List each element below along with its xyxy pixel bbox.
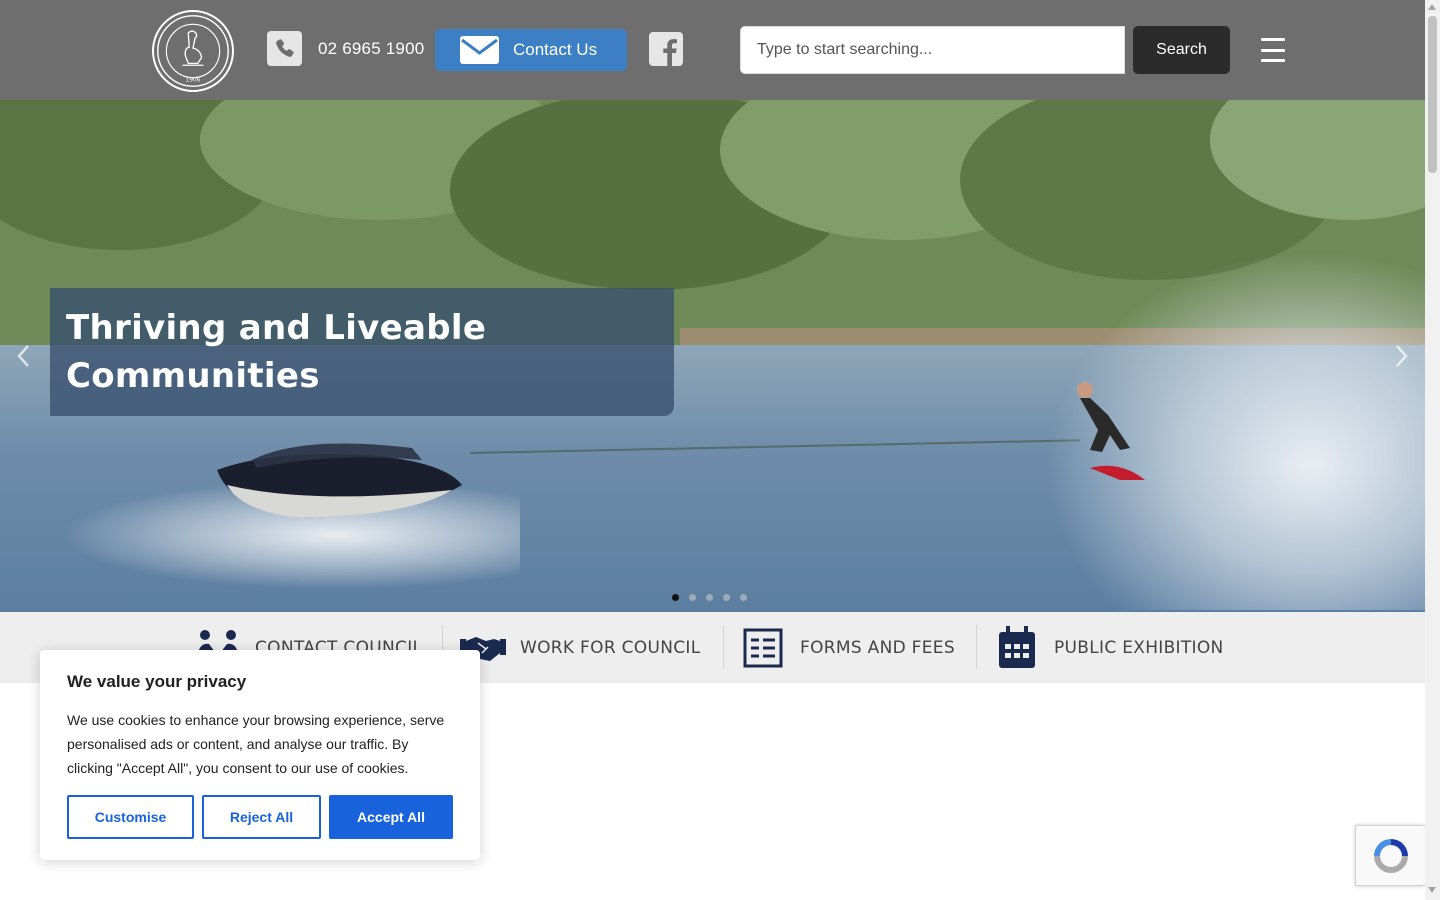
council-logo[interactable]: 1906 bbox=[152, 10, 234, 92]
reject-all-button[interactable]: Reject All bbox=[202, 795, 321, 839]
hero-slider: Thriving and Liveable Communities bbox=[0, 100, 1425, 612]
slide-title-line1: Thriving and Liveable bbox=[66, 308, 487, 348]
council-seal-icon: 1906 bbox=[157, 15, 229, 87]
slider-dot[interactable] bbox=[723, 594, 730, 601]
slider-dot[interactable] bbox=[689, 594, 696, 601]
scroll-up-icon[interactable] bbox=[1428, 4, 1436, 10]
calendar-icon bbox=[994, 625, 1040, 670]
scrollbar-thumb[interactable] bbox=[1428, 16, 1437, 173]
phone-icon[interactable] bbox=[267, 31, 302, 66]
cookie-consent-banner: We value your privacy We use cookies to … bbox=[40, 650, 480, 860]
slide-caption: Thriving and Liveable Communities bbox=[50, 288, 674, 416]
search-input[interactable] bbox=[740, 26, 1125, 74]
recaptcha-icon bbox=[1373, 838, 1408, 873]
cookie-actions: Customise Reject All Accept All bbox=[67, 795, 453, 839]
contact-us-label: Contact Us bbox=[513, 40, 598, 59]
facebook-icon[interactable] bbox=[649, 32, 683, 66]
contact-us-button[interactable]: Contact Us bbox=[435, 29, 627, 71]
page-scrollbar[interactable] bbox=[1425, 0, 1440, 900]
recaptcha-badge[interactable] bbox=[1355, 825, 1425, 886]
cookie-body: We use cookies to enhance your browsing … bbox=[67, 712, 445, 776]
quick-link-public-exhibition[interactable]: PUBLIC EXHIBITION bbox=[994, 612, 1224, 683]
accept-all-button[interactable]: Accept All bbox=[329, 795, 453, 839]
quick-link-work-for-council[interactable]: WORK FOR COUNCIL bbox=[460, 612, 701, 683]
speedboat-image bbox=[217, 443, 462, 518]
phone-number[interactable]: 02 6965 1900 bbox=[318, 39, 424, 59]
menu-icon[interactable] bbox=[1261, 38, 1285, 62]
quick-link-label: PUBLIC EXHIBITION bbox=[1054, 637, 1224, 658]
divider bbox=[723, 625, 724, 669]
quick-link-label: WORK FOR COUNCIL bbox=[520, 637, 701, 658]
quick-link-forms-and-fees[interactable]: FORMS AND FEES bbox=[740, 612, 955, 683]
divider bbox=[976, 625, 977, 669]
slider-prev-icon[interactable] bbox=[16, 344, 30, 368]
cookie-title: We value your privacy bbox=[67, 672, 247, 691]
slider-dot[interactable] bbox=[672, 594, 679, 601]
envelope-icon bbox=[460, 36, 499, 64]
water-skier-image bbox=[1077, 382, 1145, 480]
slider-dot[interactable] bbox=[740, 594, 747, 601]
form-icon bbox=[740, 626, 786, 670]
slide-title: Thriving and Liveable Communities bbox=[66, 304, 658, 400]
logo-year: 1906 bbox=[186, 77, 201, 83]
quick-link-label: FORMS AND FEES bbox=[800, 637, 955, 658]
scroll-down-icon[interactable] bbox=[1428, 887, 1436, 893]
customise-button[interactable]: Customise bbox=[67, 795, 194, 839]
search-button[interactable]: Search bbox=[1133, 26, 1230, 74]
page: 1906 02 6965 1900 Contact Us Search bbox=[0, 0, 1425, 900]
site-header: 1906 02 6965 1900 Contact Us Search bbox=[0, 0, 1425, 100]
slider-dot[interactable] bbox=[706, 594, 713, 601]
slide-title-line2: Communities bbox=[66, 356, 320, 396]
slider-dots bbox=[672, 594, 747, 601]
slider-next-icon[interactable] bbox=[1395, 344, 1409, 368]
